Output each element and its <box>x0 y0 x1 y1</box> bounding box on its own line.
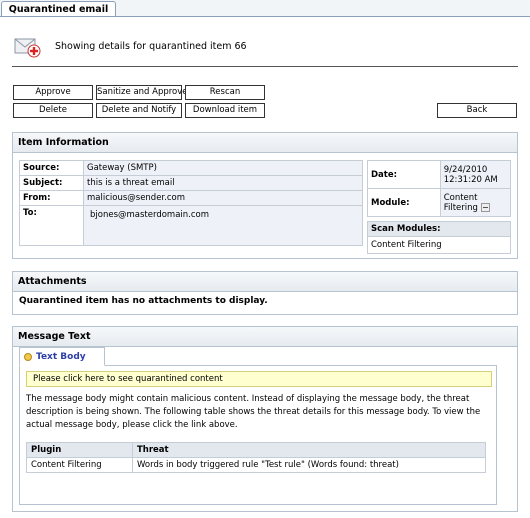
message-text-title: Message Text <box>13 327 517 347</box>
tab-quarantined-email[interactable]: Quarantined email <box>1 1 116 17</box>
tab-text-body[interactable]: Text Body <box>19 347 105 366</box>
scan-modules-label: Scan Modules: <box>368 222 510 237</box>
approve-button[interactable]: Approve <box>13 85 93 100</box>
table-row: Content Filtering Words in body triggere… <box>26 457 486 473</box>
quarantine-mail-icon <box>12 34 42 58</box>
attachments-title: Attachments <box>13 272 517 292</box>
threat-cell: Words in body triggered rule "Test rule"… <box>132 457 486 473</box>
no-attachments-message: Quarantined item has no attachments to d… <box>19 296 268 306</box>
item-details-table: Source: Gateway (SMTP) Subject: this is … <box>19 160 363 246</box>
subject-value: this is a threat email <box>83 175 363 191</box>
plugin-cell: Content Filtering <box>26 457 133 473</box>
date-label: Date: <box>367 160 441 189</box>
sanitize-approve-button[interactable]: Sanitize and Approve <box>96 85 188 100</box>
message-text-panel: Message Text Please click here to see qu… <box>12 326 518 512</box>
threat-column-header: Threat <box>132 442 486 458</box>
collapse-icon[interactable] <box>480 202 490 212</box>
delete-button[interactable]: Delete <box>13 103 93 118</box>
subject-label: Subject: <box>19 175 84 191</box>
scan-modules-box: Scan Modules: Content Filtering <box>367 221 511 254</box>
to-value: bjones@masterdomain.com <box>83 205 363 246</box>
message-description: The message body might contain malicious… <box>26 394 481 430</box>
module-text: Content Filtering <box>443 192 478 213</box>
source-label: Source: <box>19 160 84 176</box>
page-title: Showing details for quarantined item 66 <box>55 41 247 52</box>
table-row: Subject: this is a threat email <box>19 175 363 191</box>
attachments-panel: Attachments Quarantined item has no atta… <box>12 271 518 315</box>
header-divider <box>12 66 518 67</box>
table-row: Module: Content Filtering <box>367 188 512 217</box>
table-row: From: malicious@sender.com <box>19 190 363 206</box>
to-label: To: <box>19 205 84 246</box>
plugin-column-header: Plugin <box>26 442 133 458</box>
time-text: 12:31:20 AM <box>443 174 498 185</box>
item-information-panel: Item Information Source: Gateway (SMTP) … <box>12 132 518 259</box>
rescan-button[interactable]: Rescan <box>185 85 265 100</box>
message-body-frame: Please click here to see quarantined con… <box>19 365 497 505</box>
item-information-title: Item Information <box>13 133 517 153</box>
source-value: Gateway (SMTP) <box>83 160 363 176</box>
from-value: malicious@sender.com <box>83 190 363 206</box>
module-value: Content Filtering <box>439 188 512 217</box>
table-row: To: bjones@masterdomain.com <box>19 205 363 246</box>
scan-modules-value: Content Filtering <box>368 237 510 253</box>
back-button[interactable]: Back <box>437 103 517 118</box>
table-header-row: Plugin Threat <box>26 442 486 458</box>
table-row: Source: Gateway (SMTP) <box>19 160 363 176</box>
delete-notify-button[interactable]: Delete and Notify <box>96 103 182 118</box>
date-text: 9/24/2010 <box>443 164 488 175</box>
module-label: Module: <box>367 188 441 217</box>
from-label: From: <box>19 190 84 206</box>
download-item-button[interactable]: Download item <box>185 103 265 118</box>
table-row: Date: 9/24/2010 12:31:20 AM <box>367 160 512 189</box>
show-quarantined-content-link[interactable]: Please click here to see quarantined con… <box>26 371 492 387</box>
tab-text-body-label: Text Body <box>36 352 86 362</box>
item-meta-table: Date: 9/24/2010 12:31:20 AM Module: Cont… <box>367 160 512 217</box>
date-value: 9/24/2010 12:31:20 AM <box>439 160 512 189</box>
threat-details-table: Plugin Threat Content Filtering Words in… <box>26 442 486 473</box>
warning-icon <box>24 352 32 361</box>
